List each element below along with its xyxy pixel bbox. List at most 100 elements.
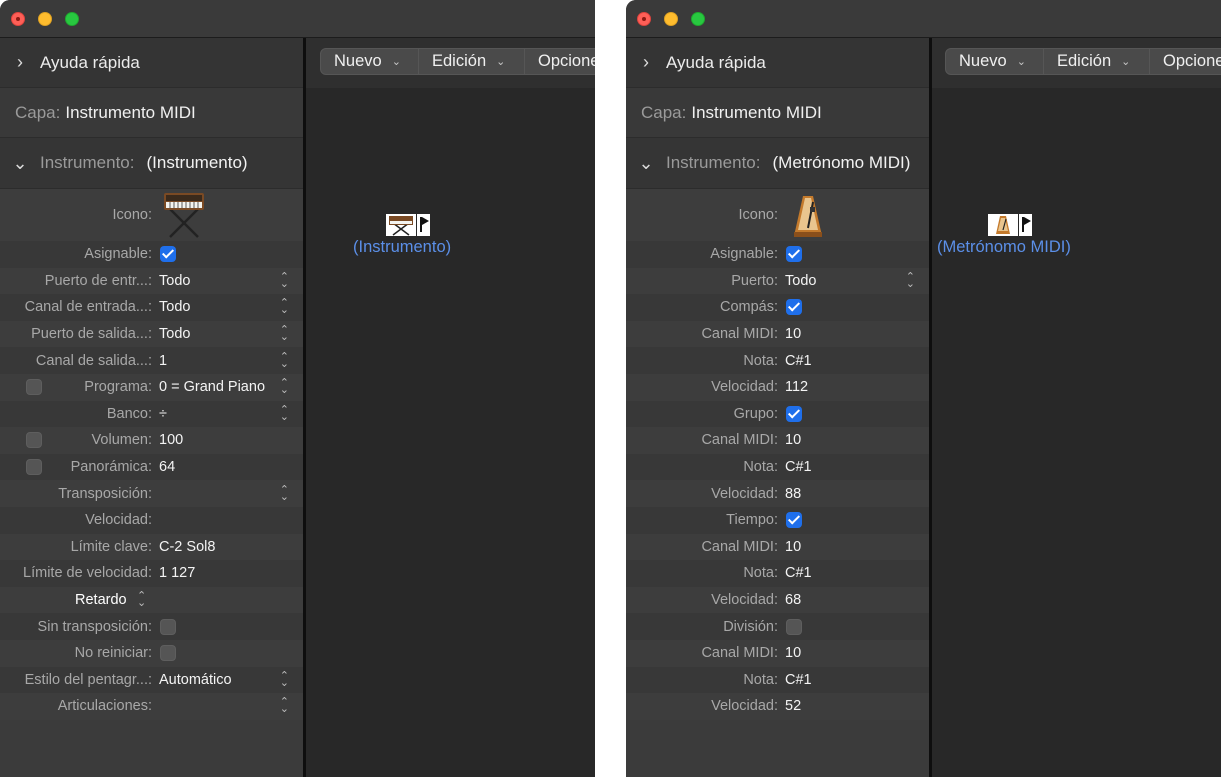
new-menu-label: Nuevo [959,52,1007,70]
up-down-arrows-icon[interactable]: ⌃ ⌄ [280,298,289,316]
edit-menu-button[interactable]: Edición ⌄ [418,48,525,75]
param-row: Canal MIDI: 10 [626,427,929,454]
enable-checkbox[interactable] [26,432,42,449]
param-row: Velocidad: 52 [626,693,929,720]
quick-help-header[interactable]: › Ayuda rápida [626,38,929,88]
metronome-icon[interactable] [792,194,824,238]
up-down-arrows-icon[interactable]: ⌃ ⌄ [280,271,289,289]
up-down-arrows-icon[interactable]: ⌃ ⌄ [906,271,915,289]
new-menu-button[interactable]: Nuevo ⌄ [945,48,1044,75]
param-checkbox[interactable] [160,618,176,635]
param-value[interactable]: C#1 [785,565,812,581]
minimize-button[interactable] [664,12,678,26]
param-value[interactable]: 0 = Grand Piano [159,379,265,395]
param-value[interactable]: C#1 [785,672,812,688]
options-menu-button[interactable]: Opciones [1149,48,1221,75]
param-label: Velocidad: [711,379,778,396]
param-value[interactable]: 10 [785,432,801,448]
up-down-arrows-icon[interactable]: ⌃ ⌄ [280,670,289,688]
minimize-button[interactable] [38,12,52,26]
instrument-header[interactable]: ⌄ Instrumento: (Instrumento) [0,138,303,189]
param-value[interactable]: 100 [159,432,183,448]
enable-checkbox[interactable] [26,379,42,396]
synthesizer-icon[interactable] [160,191,208,239]
param-label: Icono: [738,207,779,223]
param-checkbox[interactable] [160,246,176,263]
layer-header: Capa: Instrumento MIDI [0,88,303,138]
param-row: Retardo ⌃ ⌄ [0,586,303,614]
param-checkbox[interactable] [786,618,802,635]
param-value[interactable]: Todo [159,299,190,315]
new-menu-button[interactable]: Nuevo ⌄ [320,48,419,75]
param-value[interactable]: Todo [785,273,816,289]
up-down-arrows-icon[interactable]: ⌃ ⌄ [137,591,146,609]
up-down-arrows-icon[interactable]: ⌃ ⌄ [280,697,289,715]
inspector-panel: › Ayuda rápida Capa: Instrumento MIDI ⌄ … [626,38,929,777]
param-value[interactable]: C#1 [785,459,812,475]
param-value[interactable]: Todo [159,273,190,289]
param-label: Nota: [743,459,778,476]
param-value[interactable]: C-2 Sol8 [159,539,215,555]
param-checkbox[interactable] [786,299,802,316]
up-down-arrows-icon[interactable]: ⌃ ⌄ [280,378,289,396]
layer-value[interactable]: Instrumento MIDI [691,103,821,123]
param-row: No reiniciar: [0,639,303,667]
instrument-object-label[interactable]: (Instrumento) [353,238,451,257]
param-value[interactable]: 68 [785,592,801,608]
param-row: Velocidad: 68 [626,586,929,614]
quick-help-header[interactable]: › Ayuda rápida [0,38,303,88]
layer-value[interactable]: Instrumento MIDI [65,103,195,123]
param-label: Velocidad: [711,485,778,502]
param-row: Canal MIDI: 10 [626,533,929,561]
param-value[interactable]: 112 [785,379,808,395]
up-down-arrows-icon[interactable]: ⌃ ⌄ [280,325,289,343]
param-value[interactable]: C#1 [785,353,812,369]
param-value[interactable]: 10 [785,326,801,342]
param-value[interactable]: 1 [159,353,167,369]
instrument-header[interactable]: ⌄ Instrumento: (Metrónomo MIDI) [626,138,929,189]
param-value[interactable]: Automático [159,672,232,688]
instrument-name[interactable]: (Instrumento) [147,153,248,173]
instrument-name[interactable]: (Metrónomo MIDI) [773,153,911,173]
metronome-object[interactable] [988,214,1032,236]
param-value[interactable]: 88 [785,486,801,502]
environment-canvas[interactable]: Nuevo ⌄ Edición ⌄ Opciones (Metrónomo MIDI… [932,38,1221,777]
metronome-object-label[interactable]: (Metrónomo MIDI) [937,238,1071,257]
param-row: División: [626,613,929,640]
up-down-arrows-icon[interactable]: ⌃ ⌄ [280,484,289,502]
param-value[interactable]: 10 [785,539,801,555]
chevron-down-icon[interactable]: ⌄ [626,153,666,174]
param-value[interactable]: 52 [785,698,801,714]
param-row: Puerto: Todo ⌃ ⌄ [626,267,929,295]
close-button[interactable] [11,12,25,26]
param-label: Canal de entrada...: [24,299,152,316]
close-button[interactable] [637,12,651,26]
options-menu-button[interactable]: Opciones [524,48,595,75]
chevron-right-icon[interactable]: › [626,52,666,73]
zoom-button[interactable] [691,12,705,26]
edit-menu-button[interactable]: Edición ⌄ [1043,48,1150,75]
instrument-object[interactable] [386,214,430,236]
param-value[interactable]: ÷ [159,406,167,422]
chevron-right-icon[interactable]: › [0,52,40,73]
param-label: Banco: [106,405,152,422]
up-down-arrows-icon[interactable]: ⌃ ⌄ [280,351,289,369]
param-checkbox[interactable] [786,405,802,422]
environment-window-metronome: › Ayuda rápida Capa: Instrumento MIDI ⌄ … [626,0,1221,777]
param-checkbox[interactable] [160,645,176,662]
param-value[interactable]: Todo [159,326,190,342]
param-row: Nota: C#1 [626,347,929,374]
zoom-button[interactable] [65,12,79,26]
param-value[interactable]: 10 [785,645,801,661]
param-row: Canal de salida...: 1 ⌃ ⌄ [0,347,303,374]
chevron-down-icon[interactable]: ⌄ [0,153,40,174]
param-value[interactable]: 64 [159,459,175,475]
environment-canvas[interactable]: Nuevo ⌄ Edición ⌄ Opciones (Instrumento) [306,38,595,777]
param-value[interactable]: 1 127 [159,565,195,581]
param-checkbox[interactable] [786,246,802,263]
param-checkbox[interactable] [786,512,802,529]
param-label: Articulaciones: [57,698,152,715]
enable-checkbox[interactable] [26,459,42,476]
up-down-arrows-icon[interactable]: ⌃ ⌄ [280,404,289,422]
delay-popup[interactable]: Retardo [75,592,127,608]
